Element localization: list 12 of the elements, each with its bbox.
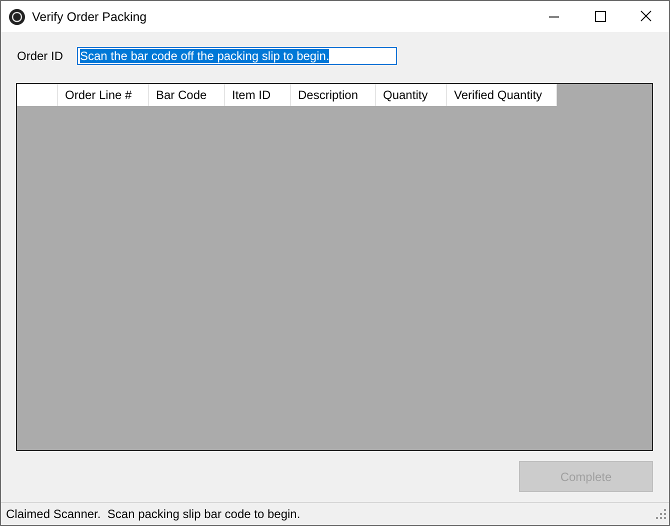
status-text: Claimed Scanner. Scan packing slip bar code to begin. <box>6 507 302 521</box>
app-icon <box>9 8 25 24</box>
resize-grip-icon[interactable] <box>656 509 666 519</box>
column-header[interactable]: Description <box>291 84 376 106</box>
column-header[interactable]: Item ID <box>225 84 291 106</box>
window-title: Verify Order Packing <box>32 10 147 24</box>
order-id-field[interactable]: Scan the bar code off the packing slip to begin. <box>77 47 397 65</box>
column-header[interactable]: Quantity <box>376 84 447 106</box>
order-id-label: Order ID <box>16 49 64 63</box>
column-header[interactable]: Bar Code <box>149 84 225 106</box>
column-header[interactable]: Order Line # <box>58 84 149 106</box>
column-header[interactable]: Verified Quantity <box>447 84 557 106</box>
